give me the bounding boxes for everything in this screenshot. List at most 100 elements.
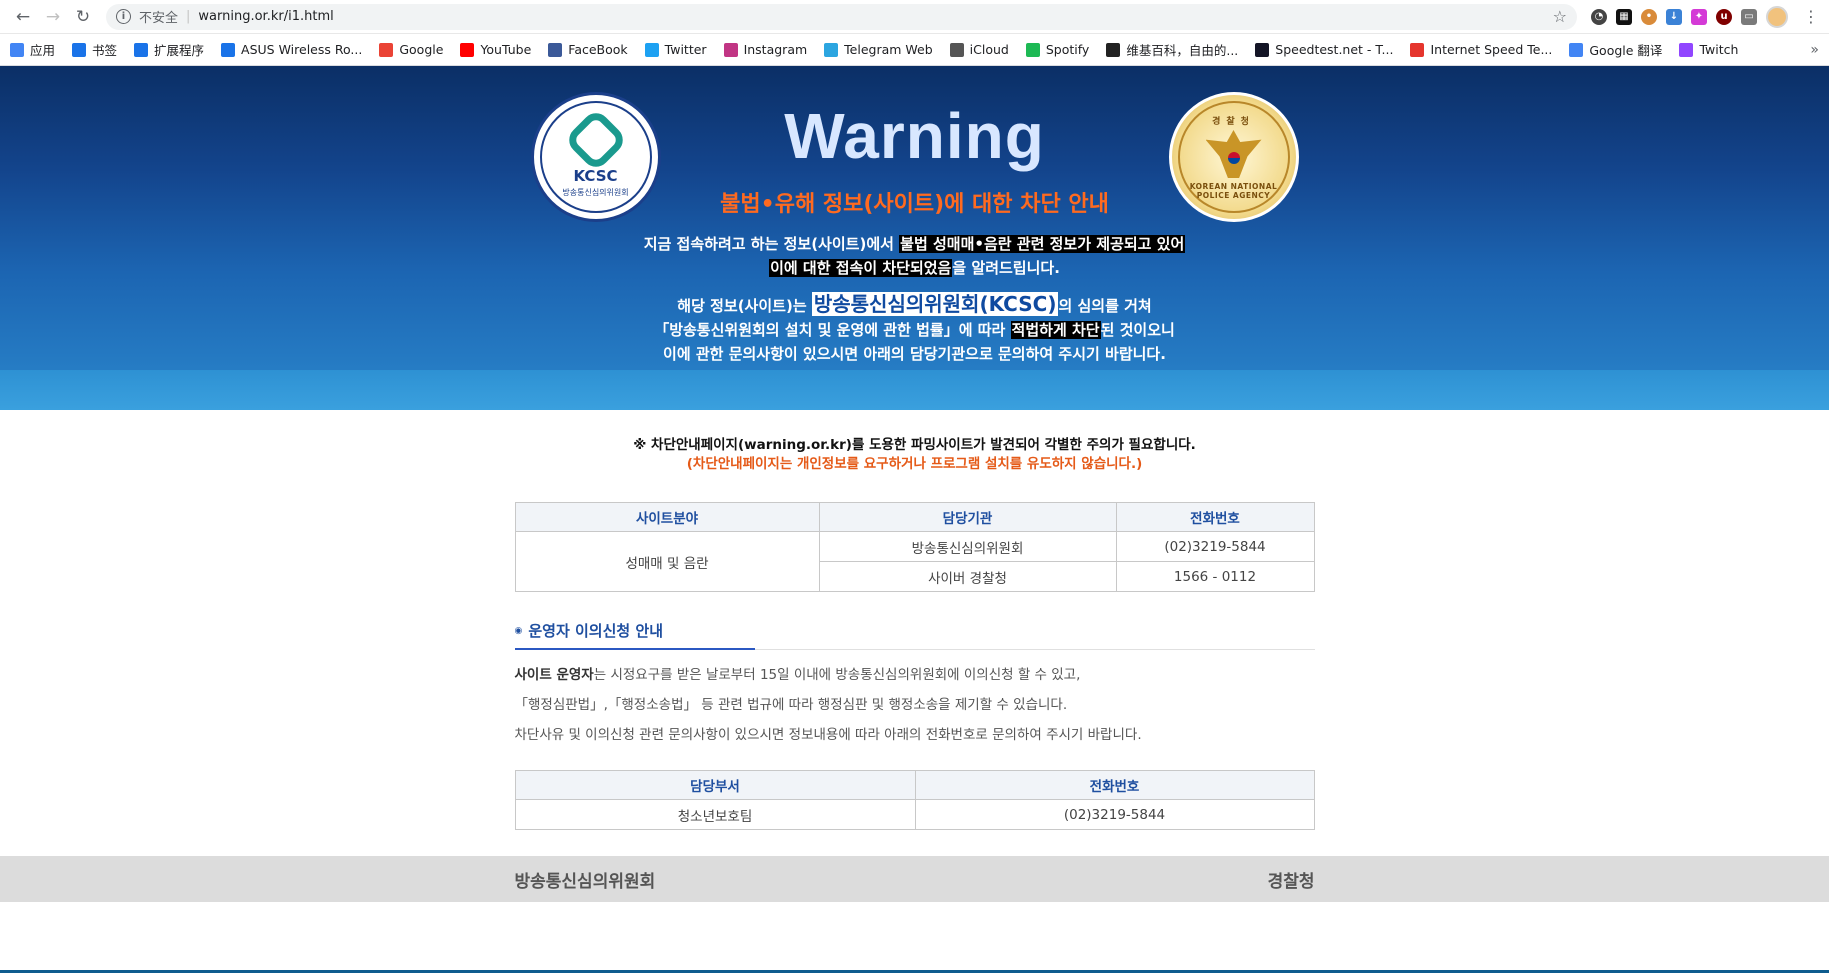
instagram-icon — [723, 42, 738, 57]
more-bookmarks-icon[interactable]: » — [1810, 42, 1819, 58]
police-seal-logo: 경찰청 KOREAN NATIONAL POLICE AGENCY — [1168, 92, 1299, 222]
bookmark-label: Google 翻译 — [1589, 43, 1663, 58]
telegram-icon — [824, 42, 839, 57]
phishing-caution: ※ 차단안내페이지(warning.or.kr)를 도용한 파밍사이트가 발견되… — [633, 437, 1196, 453]
bookmark-item[interactable]: Telegram Web — [824, 42, 933, 57]
notion-icon[interactable]: ▦ — [1616, 8, 1632, 25]
notice-text: 「방송통신위원회의 설치 및 운영에 관한 법률」에 따라 — [654, 321, 1011, 339]
apps-grid-icon — [10, 42, 24, 57]
bookmark-label: Telegram Web — [844, 42, 933, 57]
youtube-icon — [460, 42, 475, 57]
bookmark-label: YouTube — [480, 42, 532, 57]
bookmark-item[interactable]: 扩展程序 — [134, 40, 204, 59]
notice-highlight: 적법하게 차단 — [1010, 321, 1101, 339]
bookmark-item[interactable]: Internet Speed Te... — [1410, 42, 1552, 57]
bookmark-item[interactable]: Twitch — [1679, 42, 1738, 57]
notice-text: 을 알려드립니다. — [952, 259, 1060, 277]
twitch-icon — [1679, 42, 1694, 57]
bookmark-label: 应用 — [30, 43, 56, 58]
reload-button[interactable]: ↻ — [70, 4, 96, 30]
appeal-text: 「행정심판법」,「행정소송법」 등 관련 법규에 따라 행정심판 및 행정소송을… — [514, 697, 1068, 713]
appeal-description: 사이트 운영자는 시정요구를 받은 날로부터 15일 이내에 방송통신심의위원회… — [515, 660, 1315, 750]
bookmark-item[interactable]: Instagram — [723, 42, 808, 57]
phone-cell: 1566 - 0112 — [1115, 561, 1315, 592]
bookmark-item[interactable]: 书签 — [72, 40, 117, 59]
bookmark-label: Spotify — [1045, 42, 1090, 57]
bookmark-label: iCloud — [969, 42, 1009, 57]
bookmarks-bar: 应用 书签 扩展程序 ASUS Wireless Ro... Google YouTube… — [0, 34, 1829, 66]
contact-table: 사이트분야 담당기관 전화번호 성매매 및 음란 방송통신심의위원회 (02)3… — [514, 502, 1315, 592]
browser-toolbar: ← → ↻ i 不安全 | warning.or.kr/i1.html ☆ ◔ … — [0, 0, 1829, 34]
facebook-icon — [548, 42, 563, 57]
bullet-icon: ◉ — [514, 625, 523, 636]
police-seal-name: KOREAN NATIONAL POLICE AGENCY — [1189, 182, 1278, 200]
extension-icons: ◔ ▦ • ↓ ✦ u ▭ ⋮ — [1591, 5, 1819, 28]
appeal-text: 차단사유 및 이의신청 관련 문의사항이 있으시면 정보내용에 따라 아래의 전… — [514, 727, 1142, 743]
speedometer-icon[interactable]: ◔ — [1591, 8, 1607, 25]
bookmark-item[interactable]: Google — [379, 42, 443, 57]
ublock-icon[interactable]: u — [1716, 8, 1732, 25]
category-cell: 성매매 및 음란 — [514, 531, 820, 592]
footer-kcsc: 방송통신심의위원회 — [514, 871, 656, 892]
notice-text: 의 심의를 거쳐 — [1058, 297, 1152, 315]
main-content: ※ 차단안내페이지(warning.or.kr)를 도용한 파밍사이트가 발견되… — [514, 436, 1315, 830]
bookmark-item[interactable]: 维基百科，自由的... — [1106, 40, 1238, 59]
spotify-icon — [1025, 42, 1040, 57]
bookmark-item[interactable]: Google 翻译 — [1569, 40, 1662, 59]
url-text[interactable]: warning.or.kr/i1.html — [198, 9, 1552, 24]
bookmark-item[interactable]: iCloud — [949, 42, 1009, 57]
kcsc-name: 방송통신심의위원회 — [562, 187, 629, 197]
phone-cell: (02)3219-5844 — [914, 799, 1315, 830]
appeal-section-heading: ◉ 운영자 이의신청 안내 — [514, 620, 1315, 650]
speedtest-icon — [1255, 42, 1270, 57]
info-icon[interactable]: i — [116, 9, 131, 24]
bookmark-label: 维基百科，自由的... — [1126, 43, 1239, 58]
bookmark-item[interactable]: ASUS Wireless Ro... — [221, 42, 362, 57]
bookmark-label: 书签 — [92, 43, 118, 58]
bookmark-item[interactable]: 应用 — [10, 40, 55, 59]
notice-text: 이에 관한 문의사항이 있으시면 아래의 담당기관으로 문의하여 주시기 바랍니… — [663, 345, 1166, 363]
appeal-bold: 사이트 운영자 — [514, 667, 594, 683]
translate-icon — [1569, 42, 1584, 57]
download-icon[interactable]: ↓ — [1666, 8, 1682, 25]
table-row: 성매매 및 음란 방송통신심의위원회 (02)3219-5844 — [514, 531, 1315, 592]
phishing-caution-note: (차단안내페이지는 개인정보를 요구하거나 프로그램 설치를 유도하지 않습니다… — [686, 456, 1143, 472]
bookmark-item[interactable]: Twitter — [644, 42, 707, 57]
bookmark-label: ASUS Wireless Ro... — [241, 42, 363, 57]
pinwheel-icon[interactable]: ✦ — [1691, 8, 1707, 25]
bookmark-item[interactable]: Speedtest.net - T... — [1255, 42, 1393, 57]
bookmark-label: Twitter — [664, 42, 707, 57]
bookmark-label: Instagram — [743, 42, 808, 57]
legal-notice: 해당 정보(사이트)는 방송통신심의위원회(KCSC) 의 심의를 거쳐 「방송통… — [515, 292, 1315, 366]
block-notice: 지금 접속하려고 하는 정보(사이트)에서 불법 성매매•음란 관련 정보가 제… — [515, 232, 1315, 280]
fast-icon — [1410, 42, 1425, 57]
agency-cell: 사이버 경찰청 — [818, 561, 1117, 592]
back-button[interactable]: ← — [10, 4, 36, 30]
bookmark-item[interactable]: Spotify — [1025, 42, 1090, 57]
notice-text: 해당 정보(사이트)는 — [677, 297, 812, 315]
bookmark-star-icon[interactable]: ☆ — [1553, 7, 1567, 26]
profile-avatar[interactable] — [1766, 5, 1788, 28]
department-table: 담당부서 전화번호 청소년보호팀 (02)3219-5844 — [514, 770, 1315, 830]
heading-underline — [514, 648, 755, 650]
forward-button[interactable]: → — [40, 4, 66, 30]
kcsc-seal-logo: KCSC 방송통신심의위원회 — [530, 92, 661, 222]
page-footer: 방송통신심의위원회 경찰청 — [0, 856, 1829, 902]
bookmark-item[interactable]: FaceBook — [548, 42, 628, 57]
menu-dots-icon[interactable]: ⋮ — [1803, 7, 1819, 26]
cookie-icon[interactable]: • — [1641, 8, 1657, 25]
table-header: 담당부서 — [514, 770, 916, 800]
bookmark-item[interactable]: YouTube — [460, 42, 531, 57]
appeal-text: 는 시정요구를 받은 날로부터 15일 이내에 방송통신심의위원회에 이의신청 … — [593, 667, 1081, 683]
notice-highlight: 불법 성매매•음란 관련 정보가 제공되고 있어 — [899, 235, 1186, 253]
notice-text: 지금 접속하려고 하는 정보(사이트)에서 — [643, 235, 900, 253]
notice-text: 된 것이오니 — [1100, 321, 1175, 339]
google-icon — [379, 42, 394, 57]
cast-icon[interactable]: ▭ — [1741, 8, 1757, 25]
apple-icon — [949, 42, 964, 57]
footer-police: 경찰청 — [1267, 871, 1315, 892]
twitter-icon — [644, 42, 659, 57]
kcsc-mark-icon — [562, 106, 629, 173]
address-bar[interactable]: i 不安全 | warning.or.kr/i1.html ☆ — [106, 3, 1577, 30]
table-header: 담당기관 — [818, 502, 1117, 532]
